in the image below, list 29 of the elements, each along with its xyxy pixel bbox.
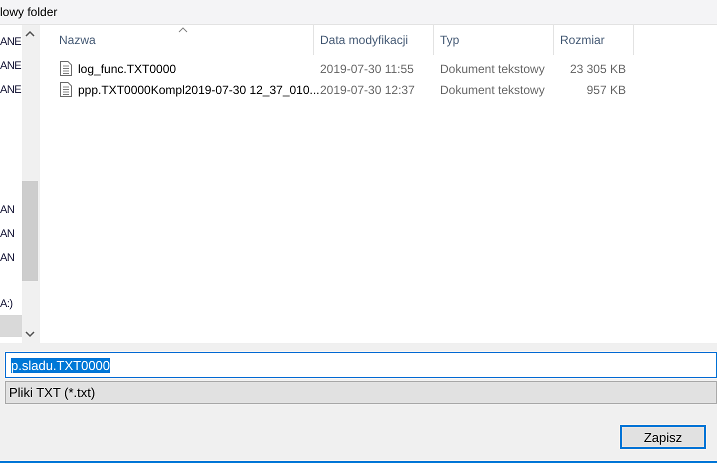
nav-item[interactable]: ANE xyxy=(0,83,22,97)
scroll-down-icon[interactable] xyxy=(25,331,35,338)
filename-field[interactable]: p.sladu.TXT0000 xyxy=(5,352,717,378)
file-name[interactable]: ppp.TXT0000Kompl2019-07-30 12_37_010... xyxy=(78,82,320,96)
scrollbar-thumb[interactable] xyxy=(22,181,38,281)
file-type: Dokument tekstowy xyxy=(440,82,545,96)
column-header[interactable]: Rozmiar xyxy=(554,25,634,55)
save-button[interactable]: Zapisz xyxy=(620,425,706,449)
nav-item[interactable]: AN xyxy=(0,251,22,265)
nav-item[interactable]: ANE xyxy=(0,35,22,49)
scroll-up-icon[interactable] xyxy=(25,30,35,37)
document-icon xyxy=(60,61,72,76)
new-folder-button[interactable]: lowy folder xyxy=(0,5,58,19)
file-date: 2019-07-30 11:55 xyxy=(320,62,414,76)
nav-item[interactable]: ANE xyxy=(0,59,22,73)
file-size: 957 KB xyxy=(586,82,626,96)
filetype-dropdown[interactable]: Pliki TXT (*.txt) xyxy=(5,381,717,404)
file-size: 23 305 KB xyxy=(570,62,626,76)
nav-item[interactable]: AN xyxy=(0,227,22,241)
file-date: 2019-07-30 12:37 xyxy=(320,82,415,96)
column-header[interactable]: Nazwa xyxy=(40,25,314,55)
column-header[interactable]: Data modyfikacji xyxy=(314,25,434,55)
document-icon xyxy=(60,82,72,97)
column-header[interactable]: Typ xyxy=(434,25,554,55)
file-type: Dokument tekstowy xyxy=(440,62,545,76)
nav-item[interactable]: AN xyxy=(0,203,22,217)
nav-item[interactable]: A:) xyxy=(0,297,22,311)
sort-icon xyxy=(178,27,188,33)
file-name[interactable]: log_func.TXT0000 xyxy=(78,62,176,76)
